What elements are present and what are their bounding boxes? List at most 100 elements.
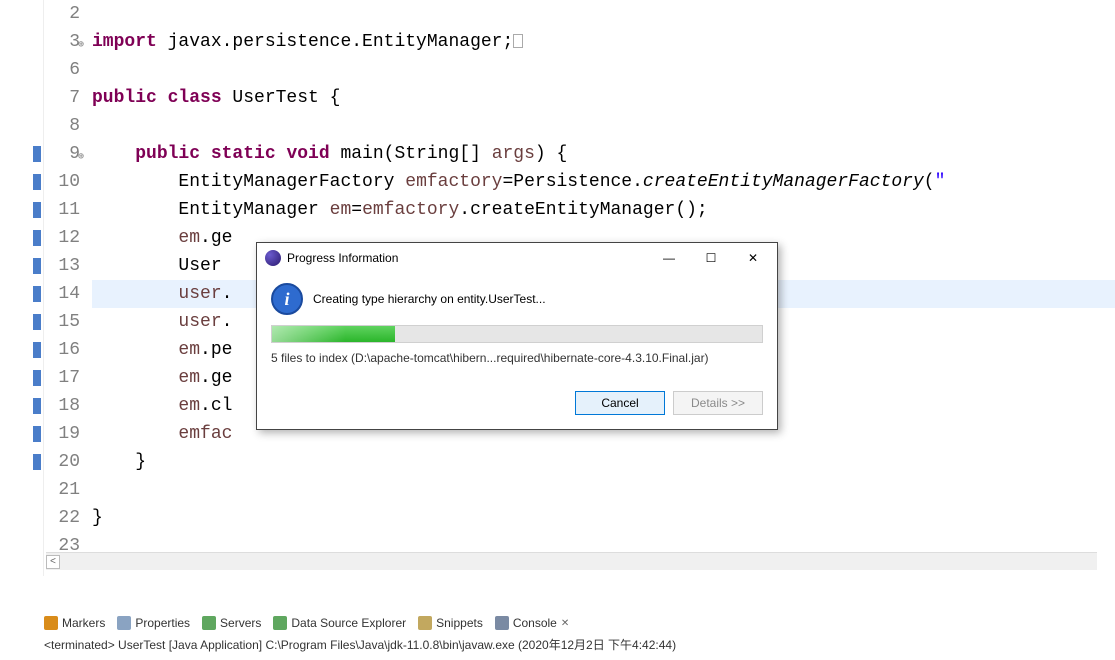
snippets-icon (418, 616, 432, 630)
marker-row (0, 532, 43, 560)
change-marker-icon (33, 370, 41, 386)
view-tab-servers[interactable]: Servers (202, 616, 261, 630)
progress-bar (271, 325, 763, 343)
code-line[interactable] (92, 112, 1115, 140)
markers-icon (44, 616, 58, 630)
change-marker-icon (33, 314, 41, 330)
marker-row (0, 336, 43, 364)
code-line[interactable]: EntityManager em=emfactory.createEntityM… (92, 196, 1115, 224)
view-tab-snippets[interactable]: Snippets (418, 616, 483, 630)
line-number: 7 (44, 84, 80, 112)
code-line[interactable] (92, 476, 1115, 504)
change-marker-icon (33, 258, 41, 274)
code-line[interactable] (92, 0, 1115, 28)
marker-gutter (0, 0, 44, 576)
marker-row (0, 140, 43, 168)
dialog-message: Creating type hierarchy on entity.UserTe… (313, 292, 546, 306)
marker-row (0, 28, 43, 56)
code-line[interactable]: public static void main(String[] args) { (92, 140, 1115, 168)
view-tab-console[interactable]: Console ✕ (495, 616, 569, 630)
change-marker-icon (33, 202, 41, 218)
line-number: 21 (44, 476, 80, 504)
code-line[interactable]: EntityManagerFactory emfactory=Persisten… (92, 168, 1115, 196)
view-tab-markers[interactable]: Markers (44, 616, 105, 630)
close-button[interactable]: ✕ (733, 244, 773, 272)
line-number: 14 (44, 280, 80, 308)
minimize-button[interactable]: — (649, 244, 689, 272)
tab-close-icon[interactable]: ✕ (561, 618, 569, 629)
change-marker-icon (33, 454, 41, 470)
line-number: 3⊕ (44, 28, 80, 56)
line-number: 19 (44, 420, 80, 448)
marker-row (0, 224, 43, 252)
line-number: 20 (44, 448, 80, 476)
scroll-left-button[interactable]: < (46, 555, 60, 569)
code-line[interactable]: } (92, 504, 1115, 532)
marker-row (0, 308, 43, 336)
change-marker-icon (33, 174, 41, 190)
bottom-view-tabs: Markers Properties Servers Data Source Expl… (40, 612, 1115, 634)
line-number-gutter: 23⊕6789⊕1011121314151617181920212223 (44, 0, 86, 576)
properties-icon (117, 616, 131, 630)
cancel-button[interactable]: Cancel (575, 391, 665, 415)
view-tab-properties[interactable]: Properties (117, 616, 190, 630)
code-line[interactable]: import javax.persistence.EntityManager; (92, 28, 1115, 56)
line-number: 11 (44, 196, 80, 224)
line-number: 15 (44, 308, 80, 336)
tab-label: Data Source Explorer (291, 616, 406, 630)
horizontal-scrollbar[interactable]: < (46, 552, 1097, 570)
marker-row (0, 392, 43, 420)
dialog-detail: 5 files to index (D:\apache-tomcat\hiber… (271, 351, 763, 365)
line-number: 12 (44, 224, 80, 252)
line-number: 18 (44, 392, 80, 420)
console-status-line: <terminated> UserTest [Java Application]… (40, 634, 1115, 655)
line-number: 9⊕ (44, 140, 80, 168)
line-number: 8 (44, 112, 80, 140)
marker-row (0, 252, 43, 280)
change-marker-icon (33, 426, 41, 442)
line-number: 6 (44, 56, 80, 84)
marker-row (0, 448, 43, 476)
change-marker-icon (33, 286, 41, 302)
marker-row (0, 476, 43, 504)
line-number: 22 (44, 504, 80, 532)
marker-row (0, 364, 43, 392)
line-number: 10 (44, 168, 80, 196)
tab-label: Snippets (436, 616, 483, 630)
tab-label: Servers (220, 616, 261, 630)
marker-row (0, 420, 43, 448)
marker-row (0, 112, 43, 140)
line-number: 13 (44, 252, 80, 280)
dialog-titlebar[interactable]: Progress Information — ☐ ✕ (257, 243, 777, 273)
datasource-icon (273, 616, 287, 630)
tab-label: Console (513, 616, 557, 630)
marker-row (0, 280, 43, 308)
marker-row (0, 56, 43, 84)
maximize-button[interactable]: ☐ (691, 244, 731, 272)
change-marker-icon (33, 146, 41, 162)
marker-row (0, 504, 43, 532)
view-tab-data-source-explorer[interactable]: Data Source Explorer (273, 616, 406, 630)
code-line[interactable] (92, 56, 1115, 84)
change-marker-icon (33, 398, 41, 414)
servers-icon (202, 616, 216, 630)
marker-row (0, 0, 43, 28)
info-icon: i (271, 283, 303, 315)
tab-label: Properties (135, 616, 190, 630)
tab-label: Markers (62, 616, 105, 630)
progress-dialog: Progress Information — ☐ ✕ i Creating ty… (256, 242, 778, 430)
code-line[interactable]: } (92, 448, 1115, 476)
line-number: 17 (44, 364, 80, 392)
dialog-title: Progress Information (287, 251, 649, 265)
line-number: 16 (44, 336, 80, 364)
marker-row (0, 196, 43, 224)
change-marker-icon (33, 342, 41, 358)
marker-row (0, 84, 43, 112)
collapsed-region-icon[interactable] (513, 34, 523, 48)
change-marker-icon (33, 230, 41, 246)
eclipse-icon (265, 250, 281, 266)
console-icon (495, 616, 509, 630)
line-number: 2 (44, 0, 80, 28)
details-button[interactable]: Details >> (673, 391, 763, 415)
code-line[interactable]: public class UserTest { (92, 84, 1115, 112)
